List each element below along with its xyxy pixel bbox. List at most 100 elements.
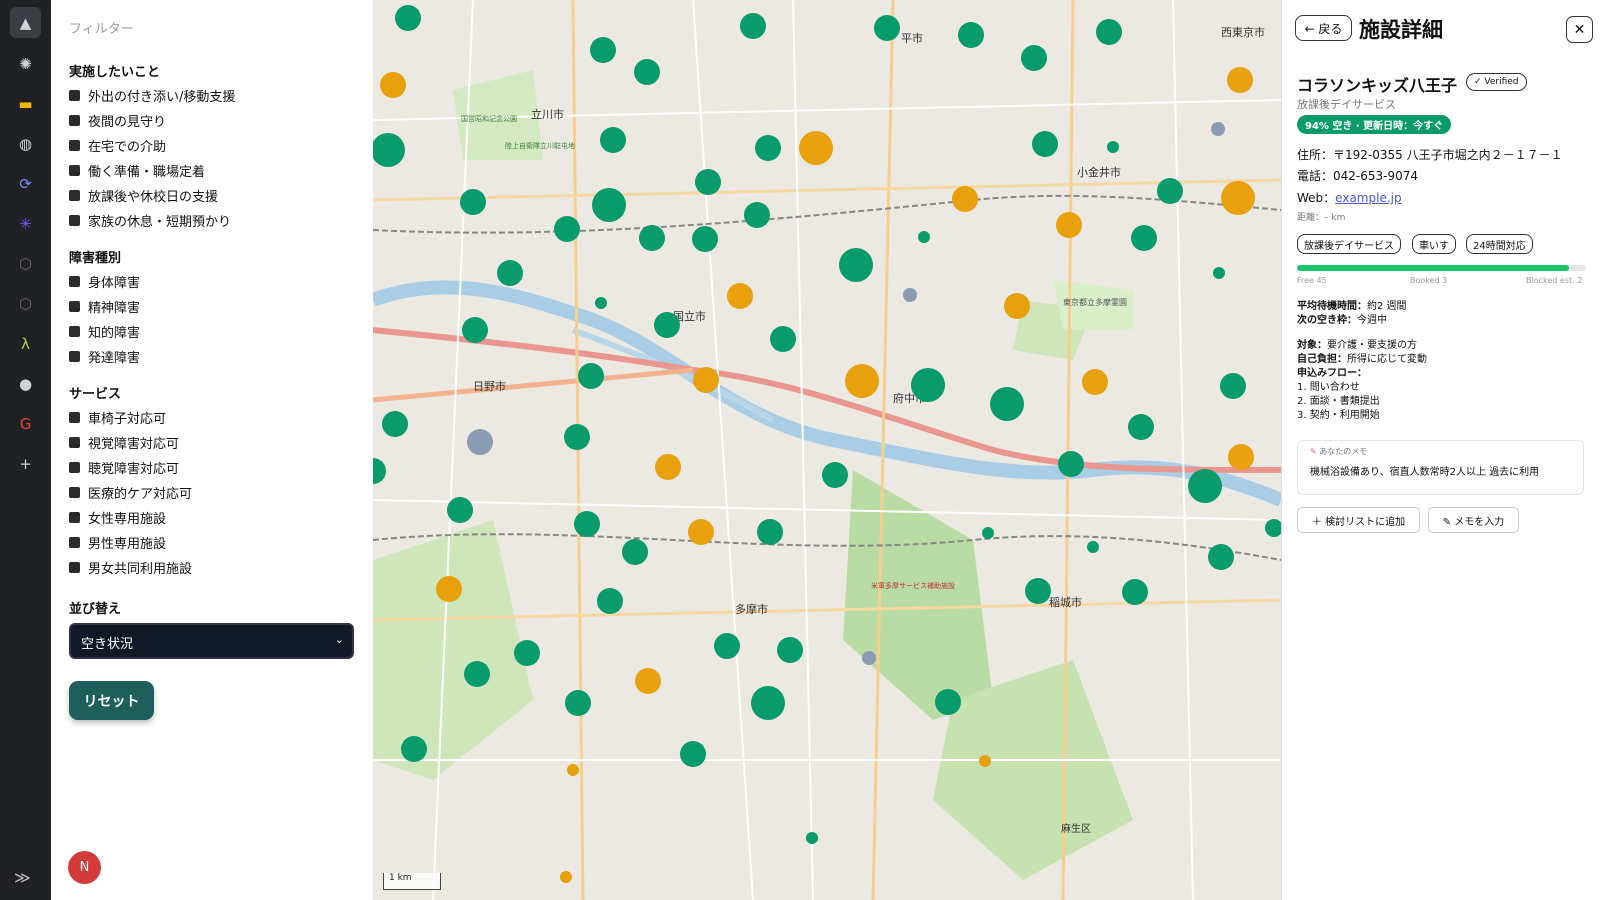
back-button[interactable]: ← 戻る: [1295, 15, 1352, 41]
facility-marker[interactable]: [1228, 444, 1254, 470]
facility-marker[interactable]: [574, 511, 600, 537]
checkbox[interactable]: [69, 412, 80, 423]
facility-marker[interactable]: [1004, 293, 1030, 319]
checkbox[interactable]: [69, 351, 80, 362]
facility-marker[interactable]: [1122, 579, 1148, 605]
facility-marker[interactable]: [757, 519, 783, 545]
facility-marker[interactable]: [462, 317, 488, 343]
filter-checkbox[interactable]: 夜間の見守り: [69, 111, 166, 130]
filter-checkbox[interactable]: 女性専用施設: [69, 508, 166, 527]
facility-marker[interactable]: [592, 188, 626, 222]
facility-marker[interactable]: [727, 283, 753, 309]
facility-marker[interactable]: [560, 871, 572, 883]
openai-icon[interactable]: ✺: [10, 48, 41, 79]
github-icon[interactable]: ●: [10, 368, 41, 399]
filter-checkbox[interactable]: 放課後や休校日の支援: [69, 186, 218, 205]
asterisk-icon[interactable]: ✳: [10, 208, 41, 239]
facility-marker[interactable]: [382, 411, 408, 437]
checkbox[interactable]: [69, 115, 80, 126]
checkbox[interactable]: [69, 90, 80, 101]
sync-icon[interactable]: ⟳: [10, 168, 41, 199]
hexagon-icon[interactable]: ⬡: [10, 248, 41, 279]
facility-marker[interactable]: [567, 764, 579, 776]
edit-memo-button[interactable]: ✎ メモを入力: [1428, 507, 1519, 533]
facility-marker[interactable]: [692, 226, 718, 252]
filter-checkbox[interactable]: 車椅子対応可: [69, 408, 166, 427]
slides-icon[interactable]: ▬: [10, 88, 41, 119]
filter-checkbox[interactable]: 家族の休息・短期預かり: [69, 211, 231, 230]
facility-marker[interactable]: [714, 633, 740, 659]
facility-marker[interactable]: [952, 186, 978, 212]
facility-marker[interactable]: [600, 127, 626, 153]
facility-marker[interactable]: [595, 297, 607, 309]
close-button[interactable]: ✕: [1566, 16, 1593, 43]
filter-checkbox[interactable]: 身体障害: [69, 272, 140, 291]
filter-checkbox[interactable]: 知的障害: [69, 322, 140, 341]
checkbox[interactable]: [69, 487, 80, 498]
facility-marker[interactable]: [447, 497, 473, 523]
facility-marker[interactable]: [1208, 544, 1234, 570]
facility-marker[interactable]: [755, 135, 781, 161]
facility-marker[interactable]: [654, 312, 680, 338]
facility-marker[interactable]: [1058, 451, 1084, 477]
lambda-icon[interactable]: λ: [10, 328, 41, 359]
checkbox[interactable]: [69, 140, 80, 151]
facility-marker[interactable]: [1056, 212, 1082, 238]
filter-checkbox[interactable]: 働く準備・職場定着: [69, 161, 205, 180]
facility-marker[interactable]: [688, 519, 714, 545]
filter-checkbox[interactable]: 医療的ケア対応可: [69, 483, 192, 502]
facility-marker[interactable]: [862, 651, 876, 665]
facility-marker[interactable]: [634, 59, 660, 85]
filter-checkbox[interactable]: 外出の付き添い/移動支援: [69, 86, 235, 105]
facility-marker[interactable]: [822, 462, 848, 488]
facility-marker[interactable]: [554, 216, 580, 242]
globe-icon[interactable]: ◍: [10, 128, 41, 159]
facility-marker[interactable]: [680, 741, 706, 767]
filter-checkbox[interactable]: 発達障害: [69, 347, 140, 366]
facility-marker[interactable]: [1082, 369, 1108, 395]
google-icon[interactable]: G: [10, 408, 41, 439]
facility-marker[interactable]: [655, 454, 681, 480]
facility-marker[interactable]: [1096, 19, 1122, 45]
facility-marker[interactable]: [1188, 469, 1222, 503]
sort-select[interactable]: 空き状況 ⌄: [69, 623, 354, 659]
facility-marker[interactable]: [622, 539, 648, 565]
facility-marker[interactable]: [1021, 45, 1047, 71]
map-canvas[interactable]: 立川市 日野市 国立市 府中市 多摩市 小金井市 稲城市 西東京市 平市 麻生区…: [373, 0, 1281, 900]
filter-checkbox[interactable]: 在宅での介助: [69, 136, 166, 155]
facility-marker[interactable]: [806, 832, 818, 844]
facility-marker[interactable]: [401, 736, 427, 762]
checkbox[interactable]: [69, 215, 80, 226]
checkbox[interactable]: [69, 462, 80, 473]
facility-marker[interactable]: [1032, 131, 1058, 157]
facility-marker[interactable]: [639, 225, 665, 251]
facility-marker[interactable]: [777, 637, 803, 663]
reset-button[interactable]: リセット: [69, 681, 154, 720]
facility-marker[interactable]: [590, 37, 616, 63]
facility-marker[interactable]: [1213, 267, 1225, 279]
plus-icon[interactable]: +: [10, 448, 41, 479]
website-link[interactable]: example.jp: [1335, 191, 1401, 205]
facility-marker[interactable]: [979, 755, 991, 767]
checkbox[interactable]: [69, 301, 80, 312]
facility-marker[interactable]: [911, 368, 945, 402]
facility-marker[interactable]: [497, 260, 523, 286]
checkbox[interactable]: [69, 190, 80, 201]
facility-marker[interactable]: [958, 22, 984, 48]
facility-marker[interactable]: [1220, 373, 1246, 399]
facility-marker[interactable]: [845, 364, 879, 398]
facility-marker[interactable]: [1221, 181, 1255, 215]
checkbox[interactable]: [69, 276, 80, 287]
facility-marker[interactable]: [1211, 122, 1225, 136]
facility-marker[interactable]: [839, 248, 873, 282]
facility-marker[interactable]: [695, 169, 721, 195]
facility-marker[interactable]: [1227, 67, 1253, 93]
checkbox[interactable]: [69, 326, 80, 337]
facility-marker[interactable]: [799, 131, 833, 165]
facility-marker[interactable]: [565, 690, 591, 716]
facility-marker[interactable]: [770, 326, 796, 352]
filter-checkbox[interactable]: 精神障害: [69, 297, 140, 316]
logo-icon[interactable]: ▲: [10, 7, 41, 38]
facility-marker[interactable]: [395, 5, 421, 31]
facility-marker[interactable]: [982, 527, 994, 539]
